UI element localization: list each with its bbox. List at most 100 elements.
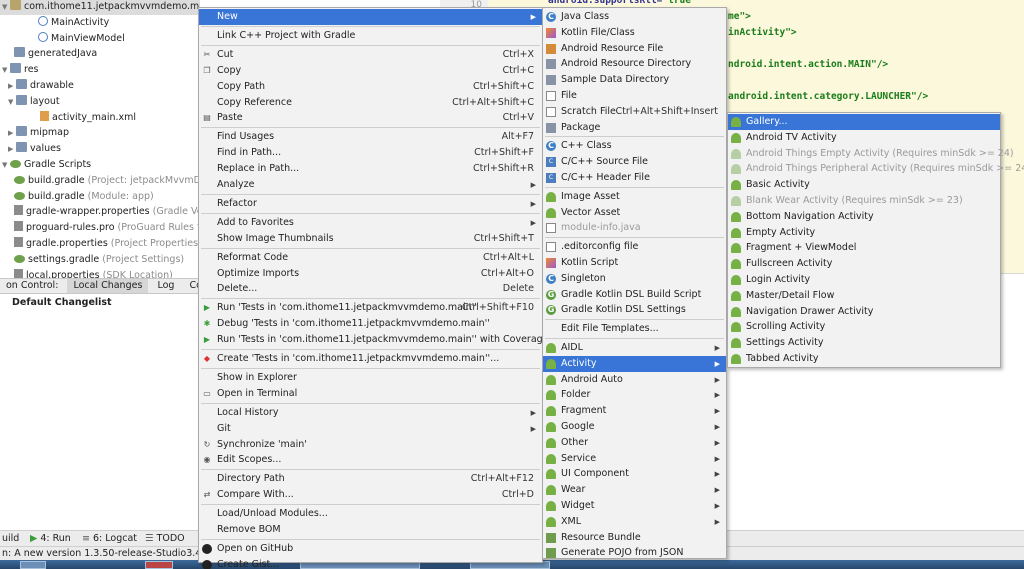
activity-basic[interactable]: Basic Activity <box>728 177 1000 193</box>
new-editorconfig[interactable]: .editorconfig file <box>543 239 726 255</box>
tree-item[interactable]: ▶ drawable <box>0 78 200 94</box>
tree-item[interactable]: build.gradle (Module: app) <box>0 189 200 205</box>
new-fragment[interactable]: Fragment ▶ <box>543 403 726 419</box>
activity-gallery[interactable]: Gallery... <box>728 114 1000 130</box>
tree-item[interactable]: ▶ mipmap <box>0 125 200 141</box>
tree-item[interactable]: proguard-rules.pro (ProGuard Rules for a… <box>0 220 200 236</box>
new-aidl[interactable]: AIDL ▶ <box>543 340 726 356</box>
tree-item[interactable]: gradle-wrapper.properties (Gradle Versio… <box>0 204 200 220</box>
new-xml[interactable]: XML ▶ <box>543 514 726 530</box>
new-package[interactable]: Package <box>543 120 726 136</box>
tree-item[interactable]: local.properties (SDK Location) <box>0 268 200 278</box>
new-cpp-header[interactable]: C C/C++ Header File <box>543 170 726 186</box>
menu-new[interactable]: New ▶ <box>199 9 542 25</box>
activity-empty[interactable]: Empty Activity <box>728 225 1000 241</box>
menu-reformat-code[interactable]: Reformat Code Ctrl+Alt+L <box>199 250 542 266</box>
menu-local-history[interactable]: Local History ▶ <box>199 405 542 421</box>
menu-open-terminal[interactable]: ▭ Open in Terminal <box>199 386 542 402</box>
tree-item[interactable]: MainViewModel <box>0 31 200 47</box>
new-resource-directory[interactable]: Android Resource Directory <box>543 56 726 72</box>
new-activity[interactable]: Activity ▶ <box>543 355 726 372</box>
run-tool-button[interactable]: ▶ 4: Run <box>30 531 71 546</box>
new-scratch-file[interactable]: Scratch File Ctrl+Alt+Shift+Insert <box>543 104 726 120</box>
new-resource-file[interactable]: Android Resource File <box>543 41 726 57</box>
menu-edit-scopes[interactable]: ◉ Edit Scopes... <box>199 452 542 468</box>
new-vector-asset[interactable]: Vector Asset <box>543 205 726 221</box>
tree-item[interactable]: ▼ Gradle Scripts <box>0 157 200 173</box>
status-message[interactable]: n: A new version 1.3.50-release-Studio3.… <box>0 548 230 559</box>
new-kotlin-file[interactable]: Kotlin File/Class <box>543 25 726 41</box>
tree-item[interactable]: settings.gradle (Project Settings) <box>0 252 200 268</box>
menu-copy[interactable]: ❐ Copy Ctrl+C <box>199 63 542 79</box>
new-pojo-from-json[interactable]: Generate POJO from JSON <box>543 545 726 561</box>
menu-run-coverage[interactable]: ▶ Run 'Tests in 'com.ithome11.jetpackmvvm… <box>199 332 549 348</box>
menu-copy-path[interactable]: Copy Path Ctrl+Shift+C <box>199 79 542 95</box>
activity-master-detail[interactable]: Master/Detail Flow <box>728 288 1000 304</box>
todo-tool-button[interactable]: ☰ TODO <box>145 531 185 546</box>
chevron-down-icon[interactable]: ▼ <box>2 62 10 78</box>
build-tool-button[interactable]: uild <box>2 531 19 546</box>
menu-debug-tests[interactable]: ✱ Debug 'Tests in 'com.ithome11.jetpackmv… <box>199 316 542 332</box>
chevron-right-icon[interactable]: ▶ <box>8 125 16 141</box>
menu-synchronize[interactable]: ↻ Synchronize 'main' <box>199 437 542 453</box>
new-android-auto[interactable]: Android Auto ▶ <box>543 372 726 388</box>
logcat-tool-button[interactable]: ≡ 6: Logcat <box>82 531 137 546</box>
new-resource-bundle[interactable]: Resource Bundle <box>543 530 726 546</box>
tree-item[interactable]: ▼ layout <box>0 94 200 110</box>
new-wear[interactable]: Wear ▶ <box>543 482 726 498</box>
tree-item[interactable]: gradle.properties (Project Properties) <box>0 236 200 252</box>
chevron-right-icon[interactable]: ▶ <box>8 141 16 157</box>
tree-item[interactable]: activity_main.xml <box>0 110 200 126</box>
menu-copy-reference[interactable]: Copy Reference Ctrl+Alt+Shift+C <box>199 95 542 111</box>
new-image-asset[interactable]: Image Asset <box>543 189 726 205</box>
activity-login[interactable]: Login Activity <box>728 272 1000 288</box>
menu-find-in-path[interactable]: Find in Path... Ctrl+Shift+F <box>199 145 542 161</box>
new-service[interactable]: Service ▶ <box>543 451 726 467</box>
activity-fullscreen[interactable]: Fullscreen Activity <box>728 256 1000 272</box>
chevron-down-icon[interactable]: ▼ <box>8 94 16 110</box>
chevron-down-icon[interactable]: ▼ <box>2 157 10 173</box>
menu-git[interactable]: Git ▶ <box>199 421 542 437</box>
chevron-down-icon[interactable]: ▼ <box>2 0 10 15</box>
menu-optimize-imports[interactable]: Optimize Imports Ctrl+Alt+O <box>199 266 542 282</box>
tree-item[interactable]: generatedJava <box>0 46 200 62</box>
menu-analyze[interactable]: Analyze ▶ <box>199 177 542 193</box>
menu-create-tests[interactable]: ◆ Create 'Tests in 'com.ithome11.jetpackm… <box>199 351 542 367</box>
new-singleton[interactable]: C Singleton <box>543 271 726 287</box>
new-kotlin-script[interactable]: Kotlin Script <box>543 255 726 271</box>
menu-link-cpp[interactable]: Link C++ Project with Gradle <box>199 28 542 44</box>
tree-item[interactable]: ▼ res <box>0 62 200 78</box>
menu-create-gist[interactable]: Create Gist... <box>199 557 542 569</box>
tree-item[interactable]: ▼ com.ithome11.jetpackmvvmdemo.main <box>0 0 200 15</box>
menu-show-thumbnails[interactable]: Show Image Thumbnails Ctrl+Shift+T <box>199 231 542 247</box>
activity-android-tv[interactable]: Android TV Activity <box>728 130 1000 146</box>
activity-settings[interactable]: Settings Activity <box>728 335 1000 351</box>
new-gradle-kts-settings[interactable]: G Gradle Kotlin DSL Settings <box>543 302 726 318</box>
taskbar-item[interactable] <box>20 561 46 569</box>
new-sample-data-dir[interactable]: Sample Data Directory <box>543 72 726 88</box>
activity-fragment-viewmodel[interactable]: Fragment + ViewModel <box>728 240 1000 256</box>
tab-local-changes[interactable]: Local Changes <box>67 279 149 293</box>
tree-item[interactable]: build.gradle (Project: jetpackMvvmDemo) <box>0 173 200 189</box>
menu-add-favorites[interactable]: Add to Favorites ▶ <box>199 215 542 231</box>
tree-item[interactable]: MainActivity <box>0 15 200 31</box>
menu-compare-with[interactable]: ⇄ Compare With... Ctrl+D <box>199 487 542 503</box>
chevron-right-icon[interactable]: ▶ <box>8 78 16 94</box>
new-cpp-class[interactable]: C C++ Class <box>543 138 726 154</box>
new-gradle-kts-build[interactable]: G Gradle Kotlin DSL Build Script <box>543 287 726 303</box>
new-widget[interactable]: Widget ▶ <box>543 498 726 514</box>
new-cpp-source[interactable]: C C/C++ Source File <box>543 154 726 170</box>
tab-version-control[interactable]: on Control: <box>0 279 64 293</box>
activity-bottom-navigation[interactable]: Bottom Navigation Activity <box>728 209 1000 225</box>
menu-paste[interactable]: ▤ Paste Ctrl+V <box>199 110 542 126</box>
new-edit-templates[interactable]: Edit File Templates... <box>543 321 726 337</box>
menu-run-tests[interactable]: ▶ Run 'Tests in 'com.ithome11.jetpackmvvm… <box>199 300 542 316</box>
menu-cut[interactable]: ✂ Cut Ctrl+X <box>199 47 542 63</box>
menu-remove-bom[interactable]: Remove BOM <box>199 522 542 538</box>
menu-directory-path[interactable]: Directory Path Ctrl+Alt+F12 <box>199 471 542 487</box>
activity-scrolling[interactable]: Scrolling Activity <box>728 319 1000 335</box>
menu-refactor[interactable]: Refactor ▶ <box>199 196 542 212</box>
menu-open-github[interactable]: Open on GitHub <box>199 541 542 557</box>
new-file[interactable]: File <box>543 88 726 104</box>
default-changelist[interactable]: Default Changelist <box>12 297 112 308</box>
